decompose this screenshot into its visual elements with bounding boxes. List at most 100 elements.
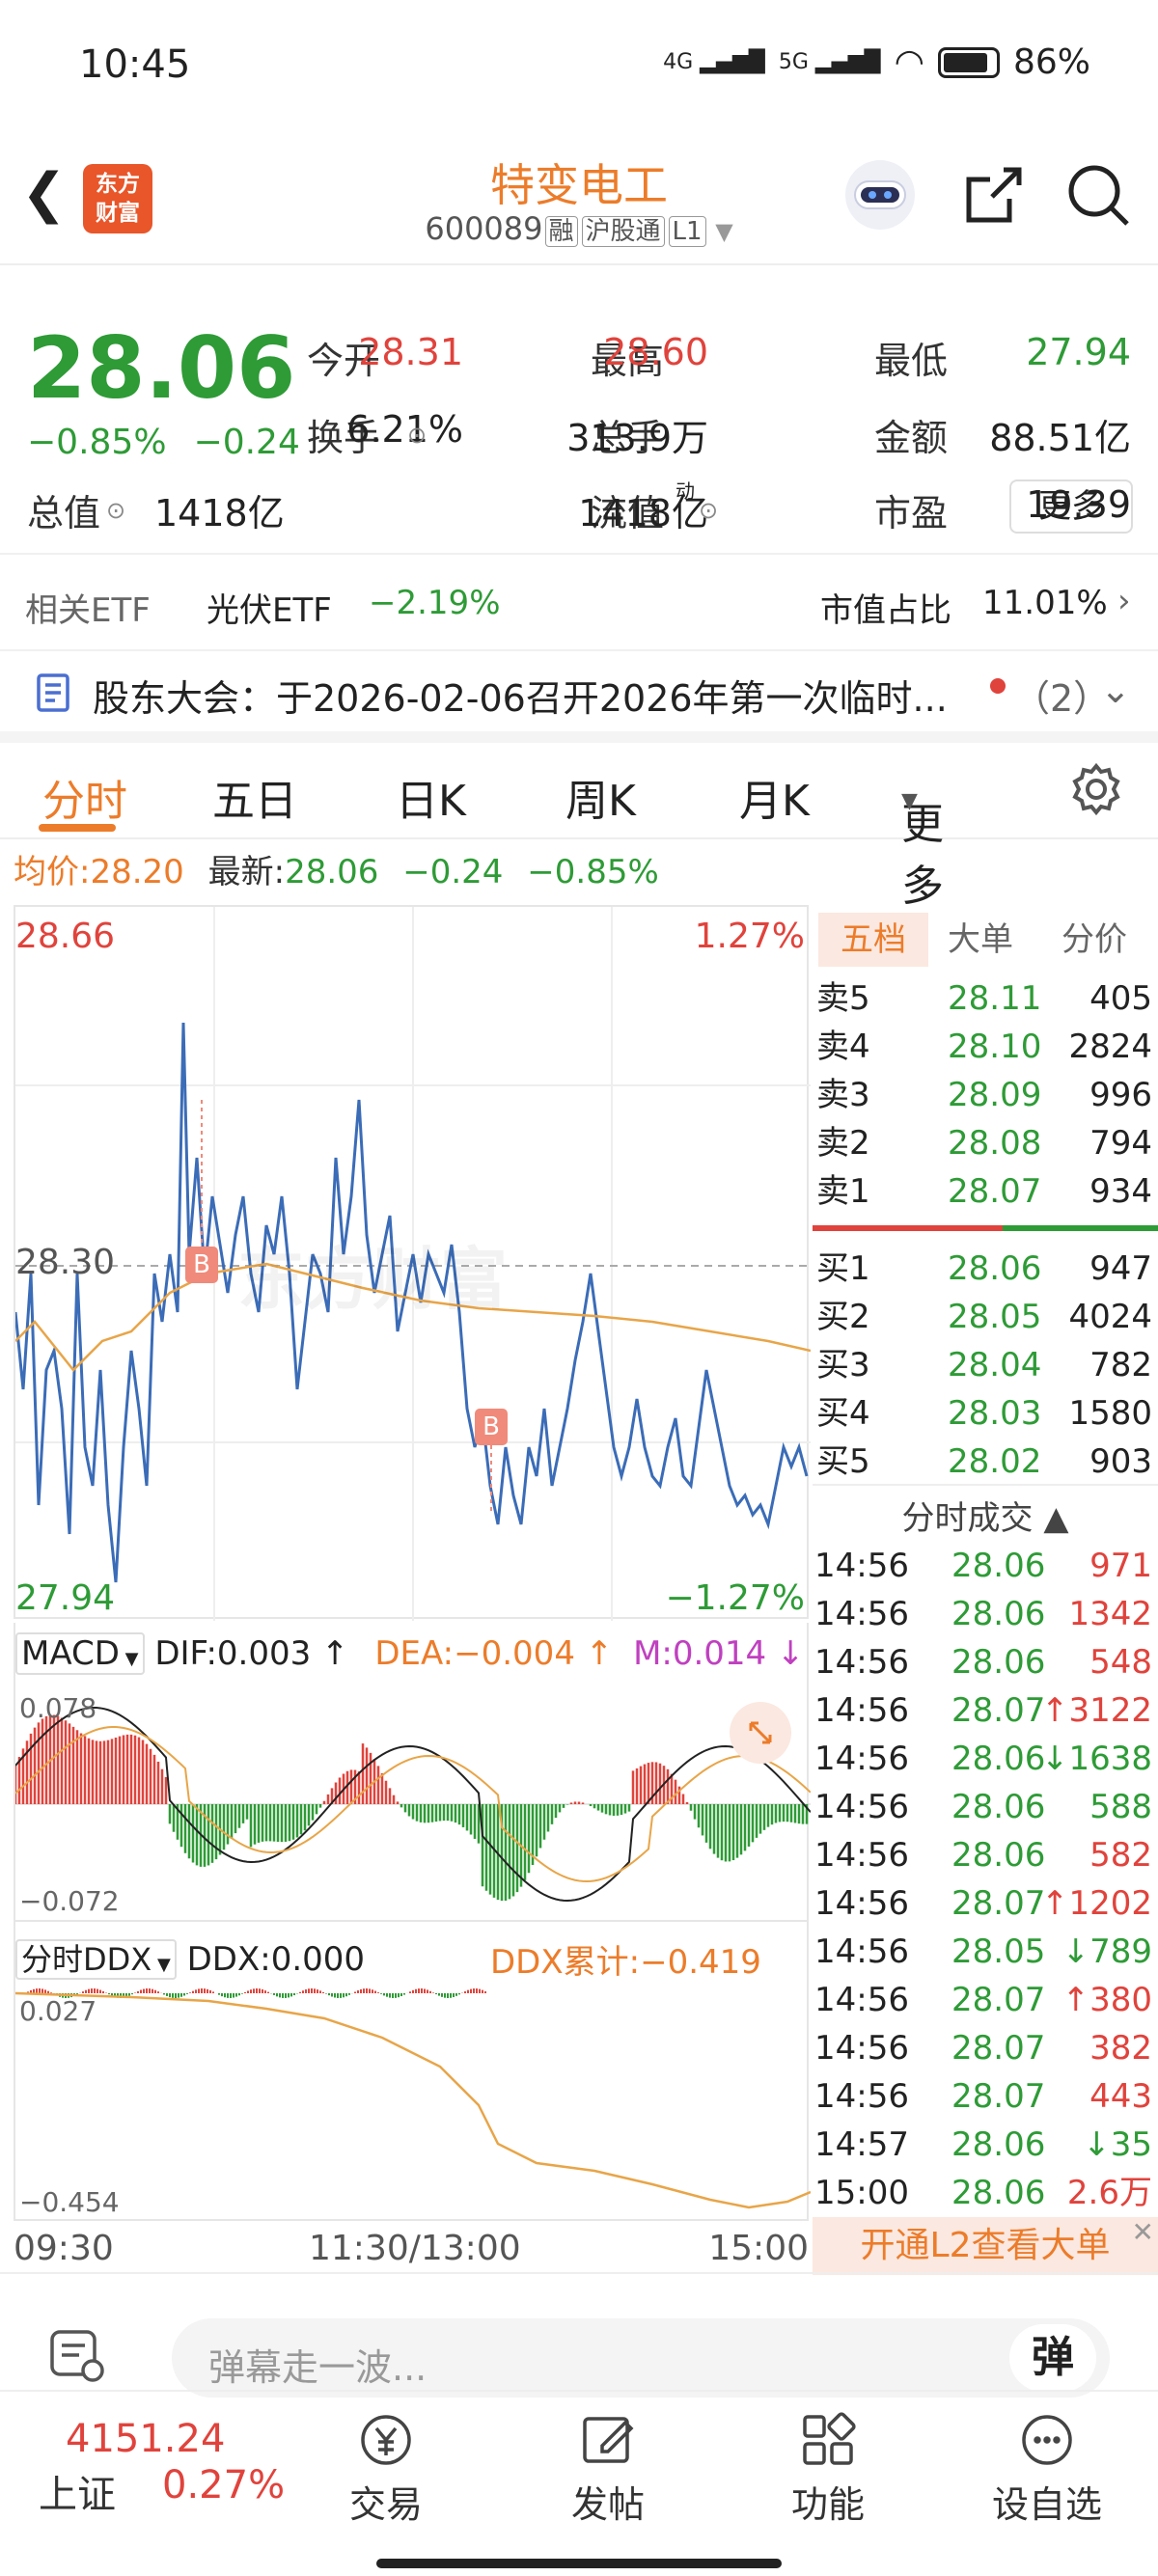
- etf-change: −2.19%: [369, 584, 501, 622]
- bid-ask-ratio-bar: [813, 1225, 1158, 1231]
- stock-header: ❮ 东方 财富 特变电工 600089 融沪股通 L1 ▼: [0, 135, 1158, 265]
- tick-row: 15:00 28.06 2.6万: [814, 2174, 1152, 2212]
- notice-bar[interactable]: 股东大会：于2026-02-06召开2026年第一次临时... （2） ⌄: [0, 651, 1158, 743]
- quote-value: 28.60: [603, 331, 708, 373]
- avg-price: 28.20: [90, 853, 184, 891]
- dynamic-marker: 动: [676, 480, 695, 503]
- ddx-cumulative: DDX累计:−0.419: [490, 1943, 761, 1982]
- info-icon[interactable]: ⊙: [407, 422, 427, 449]
- more-quote-button[interactable]: 更多: [1009, 480, 1133, 534]
- grid-icon: [803, 2412, 856, 2465]
- bid-level-row[interactable]: 买3 28.04 782: [813, 1341, 1152, 1389]
- macd-selector[interactable]: MACD ▼: [15, 1632, 145, 1675]
- tick-row: 14:56 28.07 ↑3122: [814, 1691, 1152, 1730]
- ask-level-row[interactable]: 卖4 28.10 2824: [813, 1023, 1152, 1071]
- tick-row: 14:57 28.06 ↓35: [814, 2125, 1152, 2164]
- document-icon: [35, 672, 71, 722]
- ticks-header[interactable]: 分时成交 ▲: [813, 1484, 1158, 1539]
- tab-five-day[interactable]: 五日: [212, 766, 297, 828]
- last-price: 28.06: [27, 318, 296, 418]
- time-open: 09:30: [14, 2229, 114, 2268]
- quote-label: 市盈: [874, 492, 949, 534]
- robot-assistant-icon[interactable]: [841, 156, 919, 233]
- tab-intraday[interactable]: 分时: [42, 766, 127, 828]
- index-name[interactable]: 上证: [39, 2463, 116, 2519]
- etf-label: 相关ETF: [25, 591, 151, 630]
- quote-label: 最低: [874, 340, 949, 382]
- quote-value: 27.94: [1026, 331, 1131, 373]
- nav-add-watchlist[interactable]: 设自选: [984, 2409, 1110, 2528]
- settings-gear-icon[interactable]: [1067, 760, 1125, 829]
- search-icon[interactable]: [1060, 156, 1137, 233]
- bid-level-row[interactable]: 买5 28.02 903: [813, 1438, 1152, 1486]
- ask-level-row[interactable]: 卖1 28.07 934: [813, 1167, 1152, 1216]
- expand-icon[interactable]: [730, 1702, 791, 1764]
- close-icon[interactable]: ✕: [1132, 2204, 1154, 2261]
- pct-high-label: 1.27%: [694, 917, 805, 956]
- share-icon[interactable]: [955, 156, 1033, 233]
- macd-header: MACD ▼ DIF:0.003 ↑ DEA:−0.004 ↑ M:0.014 …: [15, 1632, 811, 1675]
- ask-level-row[interactable]: 卖3 28.09 996: [813, 1071, 1152, 1119]
- bid-level-row[interactable]: 买4 28.03 1580: [813, 1389, 1152, 1438]
- quote-value: 1418亿: [154, 492, 285, 534]
- macd-dif: DIF:0.003: [154, 1634, 312, 1673]
- notice-count: （2）: [1013, 677, 1111, 720]
- ask-level-row[interactable]: 卖2 28.08 794: [813, 1119, 1152, 1167]
- tick-row: 14:56 28.06 582: [814, 1836, 1152, 1875]
- pre-close-label: 28.30: [15, 1243, 116, 1282]
- danmu-input[interactable]: 弹幕走一波... 弹: [172, 2318, 1110, 2398]
- nav-functions[interactable]: 功能: [780, 2409, 876, 2528]
- tick-row: 14:56 28.06 548: [814, 1643, 1152, 1682]
- signal-4g-icon: 4G ▂▄▆█: [663, 50, 765, 74]
- tab-weekly-k[interactable]: 周K: [565, 766, 636, 828]
- info-icon[interactable]: ⊙: [699, 497, 718, 524]
- macd-panel: MACD ▼ DIF:0.003 ↑ DEA:−0.004 ↑ M:0.014 …: [14, 1623, 811, 1922]
- panel-tabs: 五档 大单 分价: [813, 913, 1158, 967]
- bid-level-row[interactable]: 买1 28.06 947: [813, 1245, 1152, 1293]
- quote-panel: 28.06 −0.85% −0.24 今开 28.31 最高 28.60 最低 27.94 换…: [0, 265, 1158, 555]
- chart-tabs: 分时 五日 日K 周K 月K 更多 ▼: [0, 743, 1158, 911]
- tag-level: L1: [668, 216, 706, 247]
- tab-price-distribution[interactable]: 分价: [1062, 913, 1127, 967]
- index-change[interactable]: 0.27%: [162, 2463, 285, 2507]
- nav-post[interactable]: 发帖: [560, 2409, 656, 2528]
- bid-level-row[interactable]: 买2 28.05 4024: [813, 1293, 1152, 1341]
- danmu-settings-icon[interactable]: [46, 2324, 108, 2390]
- ddx-selector[interactable]: 分时DDX ▼: [15, 1939, 177, 1980]
- info-icon[interactable]: ⊙: [106, 497, 125, 524]
- tab-daily-k[interactable]: 日K: [396, 766, 466, 828]
- buy-marker-b[interactable]: B: [185, 1247, 218, 1283]
- ddx-bottom-label: −0.454: [19, 2186, 120, 2218]
- time-close: 15:00: [708, 2229, 809, 2268]
- market-cap-ratio-label: 市值占比: [820, 591, 951, 630]
- tab-monthly-k[interactable]: 月K: [739, 766, 810, 828]
- pct-low-label: −1.27%: [665, 1578, 805, 1618]
- tab-large-orders[interactable]: 大单: [948, 913, 1013, 967]
- ddx-header: 分时DDX ▼ DDX:0.000 DDX累计:−0.419: [15, 1935, 811, 1982]
- intraday-chart[interactable]: 28.66 1.27% 28.30 27.94 −1.27% 东方财富 B B: [14, 905, 811, 1621]
- related-etf-row[interactable]: 相关ETF 光伏ETF −2.19% 市值占比 11.01% ›: [0, 555, 1158, 651]
- tag-margin: 融: [544, 216, 578, 247]
- quote-value: 28.31: [358, 331, 463, 373]
- buy-marker-b[interactable]: B: [475, 1409, 508, 1445]
- latest-price: 28.06: [285, 853, 379, 891]
- l2-upgrade-banner[interactable]: 开通L2查看大单 ✕: [813, 2216, 1158, 2275]
- stock-code: 600089: [425, 210, 543, 247]
- status-bar: 10:45 4G ▂▄▆█ 5G ▂▄▆█ ◠ 86%: [0, 0, 1158, 135]
- tick-row: 14:56 28.07 ↑380: [814, 1981, 1152, 2019]
- ddx-value: DDX:0.000: [186, 1940, 366, 1979]
- unread-dot-icon: [990, 678, 1006, 694]
- ask-level-row[interactable]: 卖5 28.11 405: [813, 974, 1152, 1023]
- price-change: −0.85% −0.24: [27, 423, 300, 462]
- danmu-toggle-button[interactable]: 弹: [1009, 2324, 1096, 2392]
- index-value[interactable]: 4151.24: [66, 2417, 225, 2461]
- nav-trade[interactable]: 交易: [338, 2409, 434, 2528]
- more-dots-icon: [1022, 2415, 1072, 2465]
- ddx-cumulative-line: [15, 1991, 811, 2209]
- edit-icon: [583, 2417, 634, 2463]
- tick-row: 14:56 28.07 443: [814, 2077, 1152, 2116]
- battery-level: 86%: [1012, 42, 1090, 82]
- yen-circle-icon: [361, 2415, 411, 2465]
- watermark: 东方财富: [237, 1240, 508, 1319]
- tab-order-book[interactable]: 五档: [818, 913, 928, 967]
